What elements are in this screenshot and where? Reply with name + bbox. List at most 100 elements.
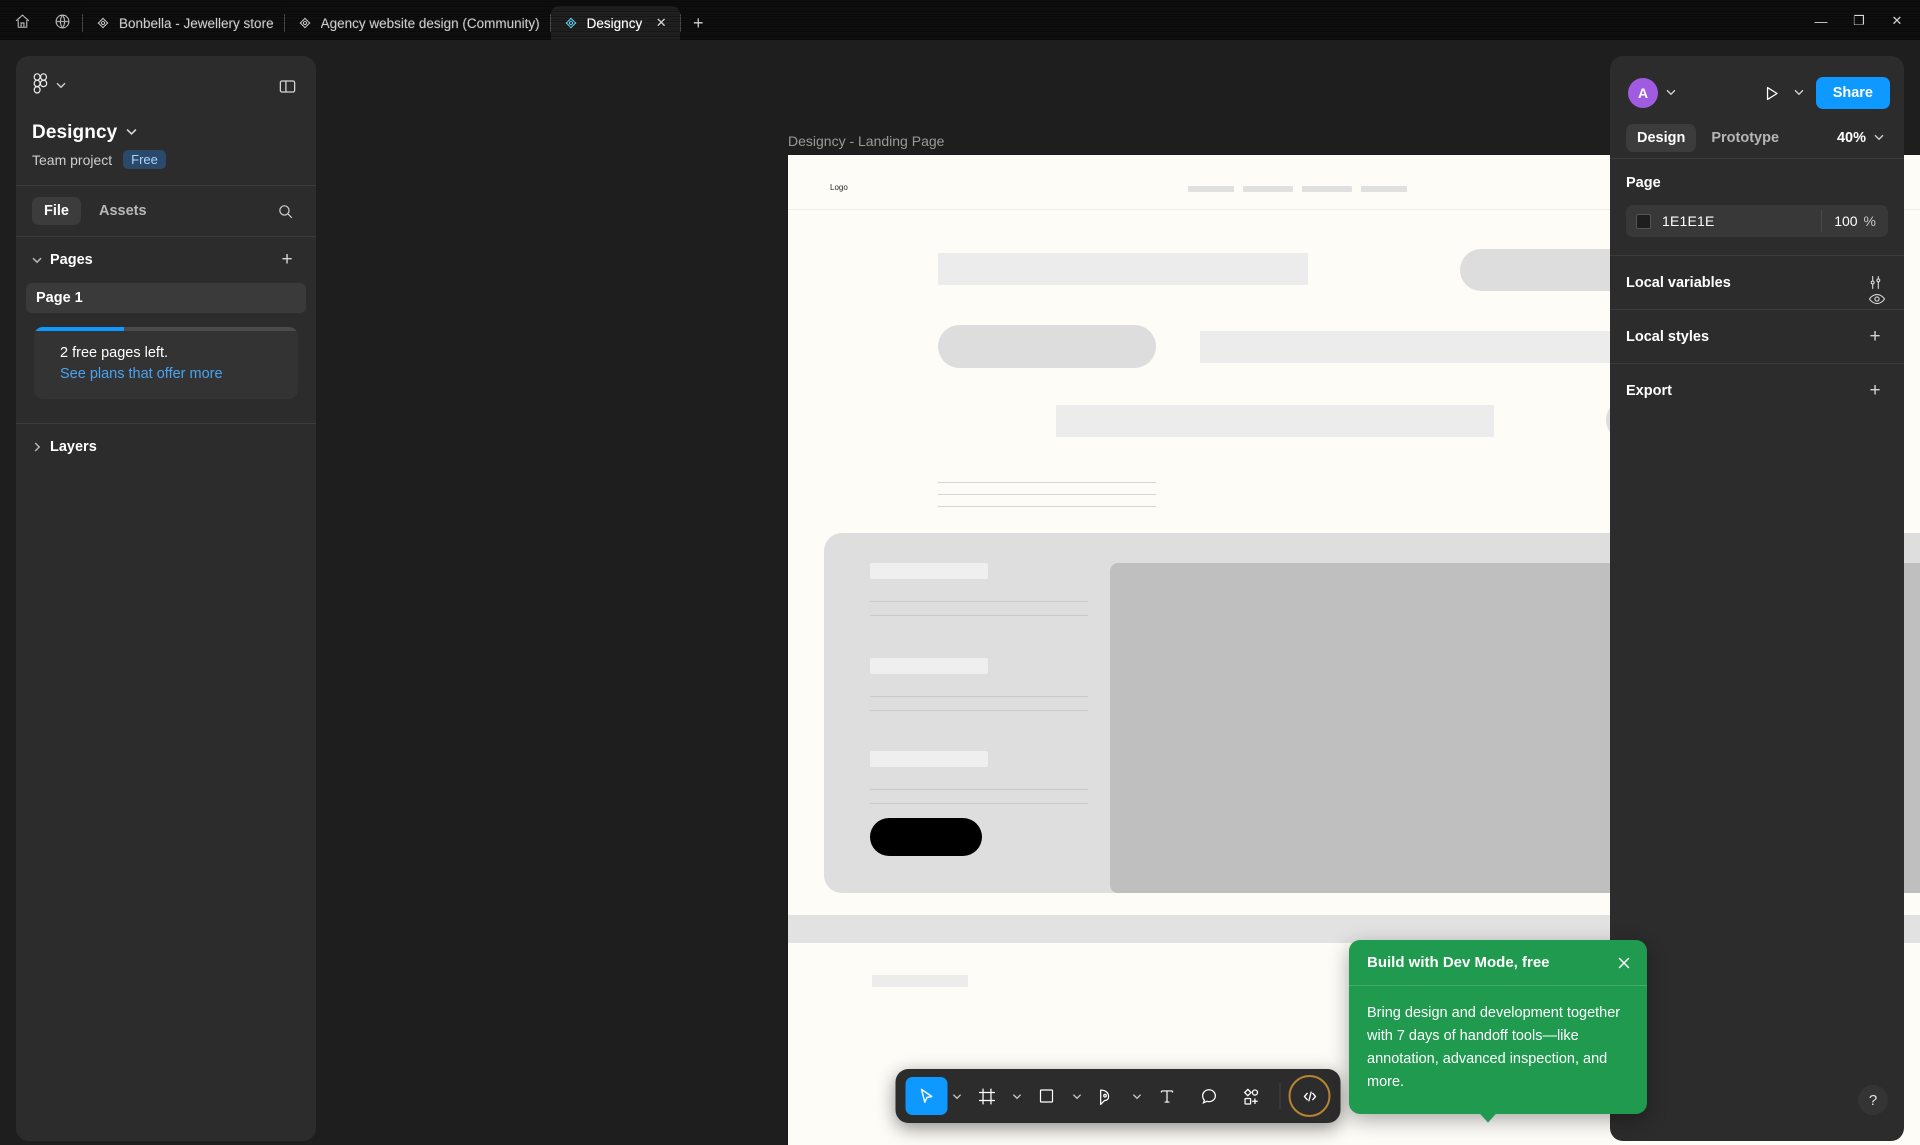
- share-button[interactable]: Share: [1815, 77, 1890, 109]
- project-label: Team project: [32, 151, 113, 168]
- wireframe-text-line: [938, 494, 1156, 495]
- home-icon[interactable]: [2, 4, 42, 38]
- pages-header[interactable]: Pages +: [16, 237, 316, 283]
- card-text-line: [870, 803, 1088, 804]
- browser-tab-agency[interactable]: Agency website design (Community): [284, 6, 550, 40]
- wireframe-heading-block: [1200, 331, 1620, 363]
- figma-main-menu-button[interactable]: [32, 73, 66, 99]
- browser-tab-bonbella[interactable]: Bonbella - Jewellery store: [83, 6, 284, 40]
- wireframe-text-line: [938, 506, 1156, 507]
- card-text-line: [870, 615, 1088, 616]
- wireframe-nav-links: [1188, 186, 1407, 192]
- browser-tab-designcy[interactable]: Designcy ✕: [550, 6, 681, 40]
- plus-icon[interactable]: +: [1862, 324, 1888, 350]
- figma-toolbar: [895, 1069, 1341, 1123]
- sidebar-header: Designcy Team project Free: [16, 56, 316, 185]
- wireframe-text-line: [938, 482, 1156, 483]
- tab-design[interactable]: Design: [1626, 124, 1697, 152]
- window-maximize-button[interactable]: ❐: [1840, 4, 1878, 38]
- window-close-button[interactable]: ✕: [1878, 4, 1916, 38]
- right-properties-panel: A Share Design Prototype 40% Page 1E1E1E…: [1610, 56, 1904, 1141]
- layers-header[interactable]: Layers: [16, 422, 316, 471]
- dev-mode-toggle[interactable]: [1288, 1075, 1331, 1117]
- tab-assets[interactable]: Assets: [87, 197, 159, 225]
- color-swatch[interactable]: [1636, 213, 1651, 229]
- wireframe-logo-text: Logo: [830, 183, 848, 192]
- new-tab-button[interactable]: +: [681, 8, 715, 38]
- comment-tool[interactable]: [1188, 1077, 1230, 1115]
- card-text-line: [870, 696, 1088, 697]
- fill-hex-value[interactable]: 1E1E1E: [1662, 213, 1715, 229]
- tooltip-body: Bring design and development together wi…: [1367, 1005, 1621, 1090]
- export-label: Export: [1626, 382, 1672, 399]
- actions-tool[interactable]: [1230, 1077, 1272, 1115]
- card-text-line: [870, 789, 1088, 790]
- window-minimize-button[interactable]: —: [1802, 4, 1840, 38]
- zoom-control[interactable]: 40%: [1837, 129, 1888, 147]
- move-tool-chevron-down-icon[interactable]: [948, 1077, 966, 1115]
- figma-favicon: [95, 15, 111, 31]
- file-meta-row: Team project Free: [32, 150, 300, 185]
- page-section: Page 1E1E1E 100 %: [1610, 159, 1904, 255]
- left-sidebar: Designcy Team project Free File Assets P…: [16, 56, 316, 1141]
- sidebar-icon-row: [32, 70, 300, 102]
- pen-tool[interactable]: [1086, 1077, 1128, 1115]
- zoom-chevron-down-icon[interactable]: [1874, 129, 1884, 147]
- row-export[interactable]: Export +: [1610, 363, 1904, 417]
- search-icon[interactable]: [270, 196, 300, 226]
- file-name-row[interactable]: Designcy: [32, 122, 300, 144]
- move-tool[interactable]: [905, 1077, 948, 1115]
- frame-tool[interactable]: [966, 1077, 1008, 1115]
- dev-mode-tooltip: Build with Dev Mode, free Bring design a…: [1349, 940, 1647, 1123]
- toolbar-divider: [1279, 1083, 1281, 1109]
- avatar[interactable]: A: [1628, 78, 1658, 108]
- chevron-right-icon[interactable]: [32, 442, 46, 452]
- chevron-down-icon[interactable]: [32, 255, 46, 265]
- design-prototype-tabs: Design Prototype 40%: [1610, 116, 1904, 158]
- frame-label[interactable]: Designcy - Landing Page: [788, 133, 944, 149]
- tab-title: Designcy: [586, 15, 643, 31]
- percent-symbol: %: [1863, 213, 1876, 229]
- help-button[interactable]: ?: [1858, 1085, 1888, 1115]
- close-icon[interactable]: [1615, 954, 1633, 972]
- browser-tab-strip: Bonbella - Jewellery store Agency websit…: [0, 0, 1920, 40]
- play-icon[interactable]: [1758, 79, 1786, 107]
- shape-tool-chevron-down-icon[interactable]: [1068, 1077, 1086, 1115]
- present-chevron-down-icon[interactable]: [1794, 84, 1804, 102]
- figma-logo-icon: [32, 73, 49, 99]
- row-local-variables[interactable]: Local variables: [1610, 255, 1904, 309]
- wireframe-footer-block: [872, 975, 968, 987]
- pen-tool-chevron-down-icon[interactable]: [1128, 1077, 1146, 1115]
- wireframe-heading-pill: [938, 325, 1156, 368]
- shape-tool[interactable]: [1026, 1077, 1068, 1115]
- nav-pill: [1188, 186, 1234, 192]
- card-label-block: [870, 563, 988, 579]
- close-icon[interactable]: ✕: [652, 14, 670, 32]
- tab-file[interactable]: File: [32, 197, 81, 225]
- tab-title: Bonbella - Jewellery store: [119, 15, 274, 31]
- tab-prototype[interactable]: Prototype: [1700, 124, 1790, 152]
- free-pages-count-text: 2 free pages left.: [60, 345, 169, 361]
- nav-pill: [1361, 186, 1407, 192]
- see-plans-link[interactable]: See plans that offer more: [60, 364, 282, 385]
- figma-favicon: [563, 15, 579, 31]
- page-fill-row[interactable]: 1E1E1E 100 %: [1626, 205, 1888, 237]
- add-page-button[interactable]: +: [274, 247, 300, 273]
- plus-icon[interactable]: +: [1862, 378, 1888, 404]
- plan-badge[interactable]: Free: [123, 150, 166, 169]
- figma-favicon: [297, 15, 313, 31]
- globe-icon[interactable]: [42, 4, 82, 38]
- wireframe-heading-block: [938, 253, 1308, 285]
- page-item-page-1[interactable]: Page 1: [26, 283, 306, 313]
- panel-layout-icon[interactable]: [274, 73, 300, 99]
- upsell-text: 2 free pages left. See plans that offer …: [34, 331, 298, 385]
- file-name: Designcy: [32, 122, 118, 143]
- frame-tool-chevron-down-icon[interactable]: [1008, 1077, 1026, 1115]
- page-section-title: Page: [1626, 175, 1661, 191]
- text-tool[interactable]: [1146, 1077, 1188, 1115]
- row-local-styles[interactable]: Local styles +: [1610, 309, 1904, 363]
- chevron-down-icon: [56, 77, 66, 95]
- eye-icon[interactable]: [1862, 284, 1892, 314]
- fill-opacity-value[interactable]: 100: [1822, 213, 1863, 229]
- avatar-chevron-down-icon[interactable]: [1666, 84, 1676, 102]
